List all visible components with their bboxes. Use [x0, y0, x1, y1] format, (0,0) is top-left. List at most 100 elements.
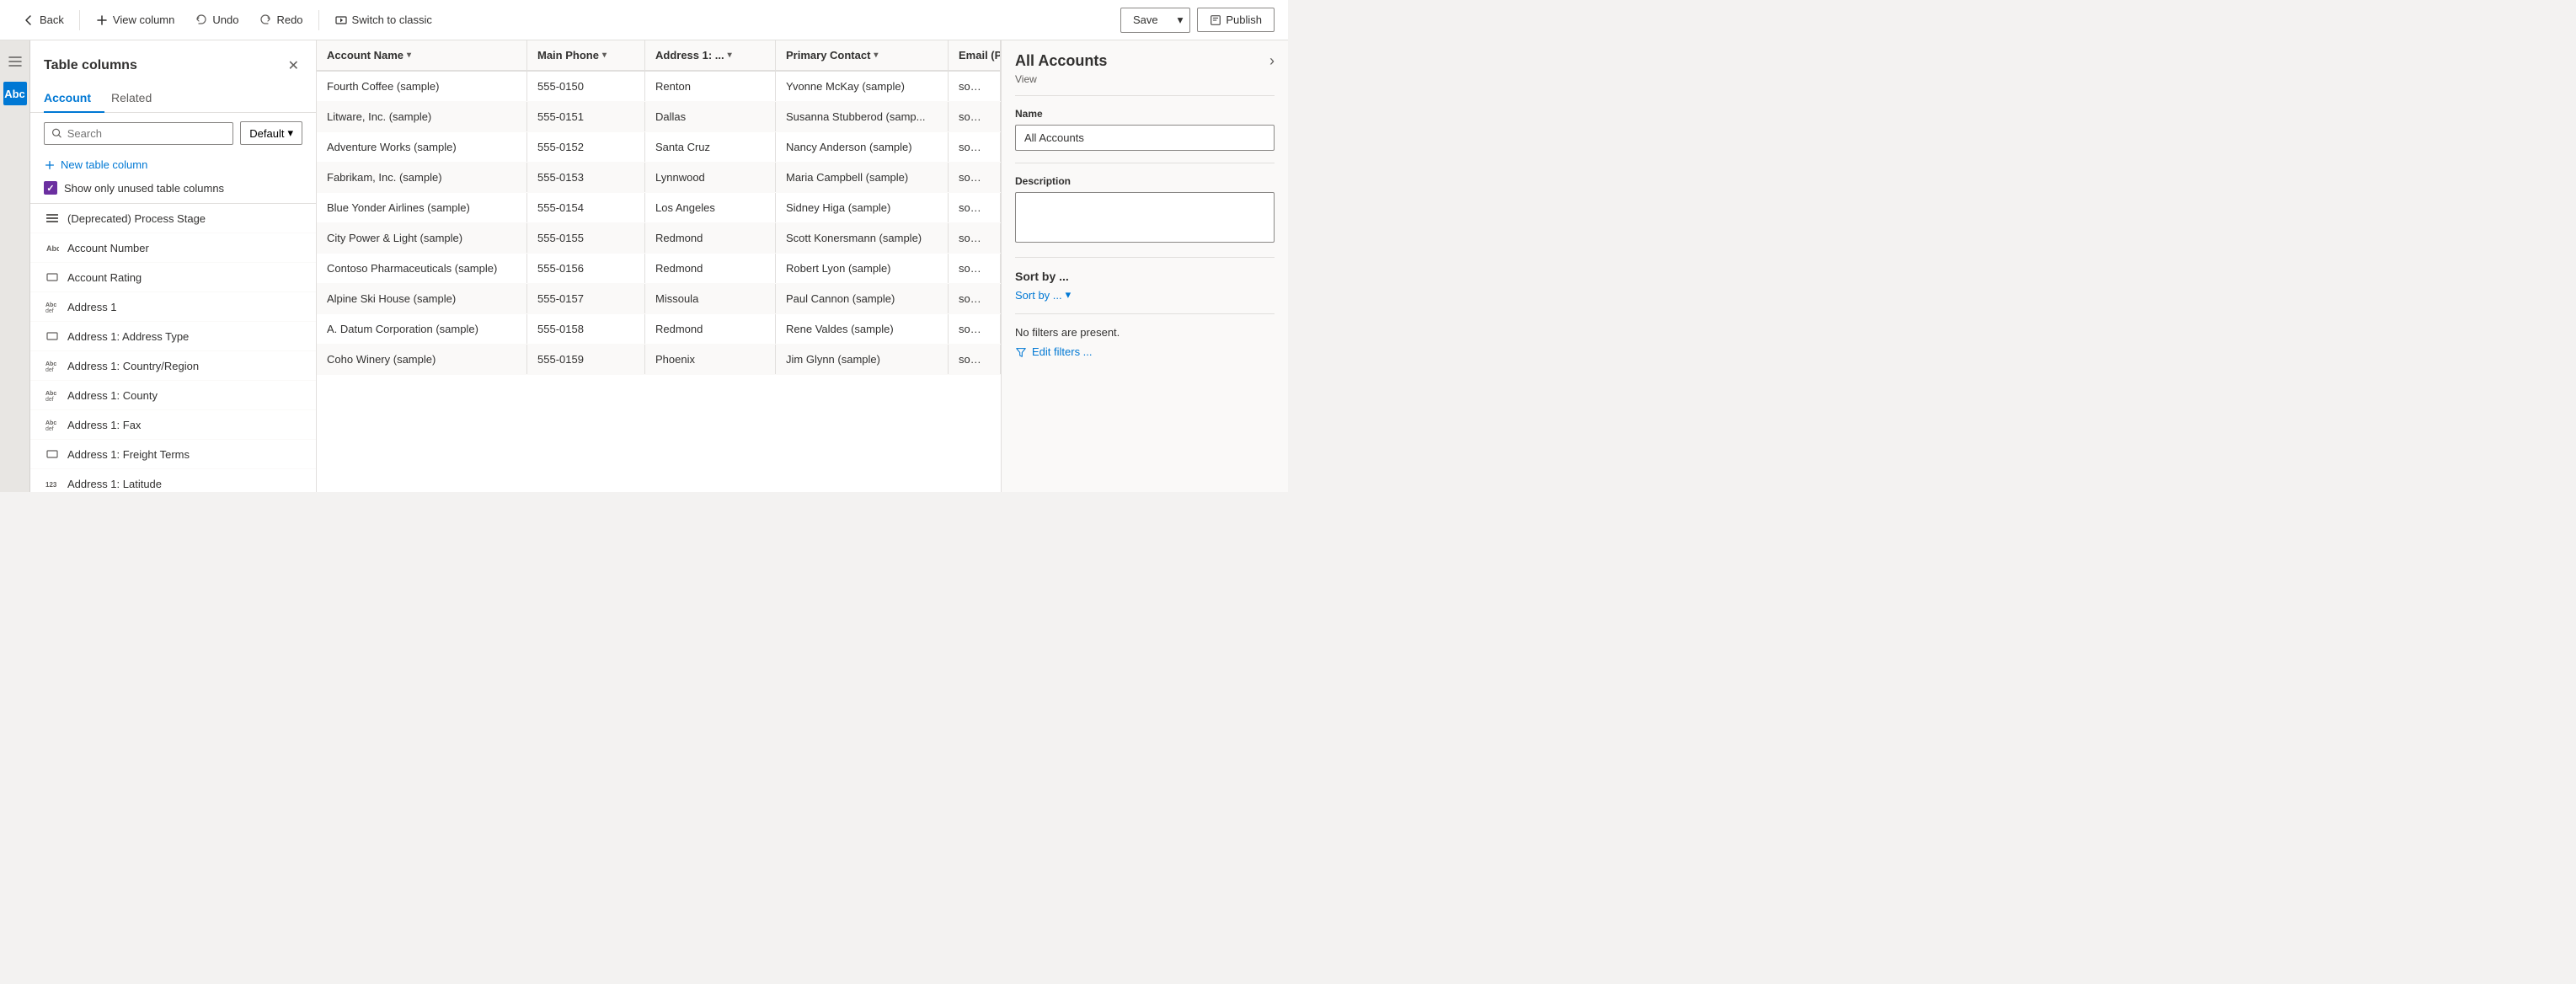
table-cell: someone_a@example.com	[949, 72, 1001, 101]
table-cell: Maria Campbell (sample)	[776, 163, 949, 192]
table-cell: Santa Cruz	[645, 132, 776, 162]
edit-filters-button[interactable]: Edit filters ...	[1002, 342, 1288, 361]
table-cell: someone_j@example.com	[949, 345, 1001, 374]
abcdef-icon2: Abcdef	[44, 359, 61, 372]
svg-text:Abc: Abc	[45, 391, 56, 397]
list-item[interactable]: Abcdef Address 1: Fax	[30, 410, 316, 440]
new-column-button[interactable]: New table column	[30, 153, 316, 176]
hamburger-button[interactable]	[1, 47, 29, 78]
abc-icon-active: Abc	[3, 82, 27, 105]
table-cell: 555-0150	[527, 72, 645, 101]
list-item[interactable]: Abcdef Address 1: Country/Region	[30, 351, 316, 381]
col-header-address[interactable]: Address 1: ... ▾	[645, 40, 776, 70]
right-panel: All Accounts › View Name Description Sor…	[1002, 40, 1288, 492]
close-panel-button[interactable]: ✕	[285, 54, 302, 78]
table-cell: Sidney Higa (sample)	[776, 193, 949, 222]
col-header-primary-contact[interactable]: Primary Contact ▾	[776, 40, 949, 70]
show-unused-checkbox[interactable]	[44, 181, 57, 195]
list-item[interactable]: Abc Account Number	[30, 233, 316, 263]
table-row[interactable]: Fourth Coffee (sample)555-0150RentonYvon…	[317, 72, 1001, 102]
name-section: Name	[1002, 96, 1288, 163]
table-cell: 555-0155	[527, 223, 645, 253]
table-cell: 555-0157	[527, 284, 645, 313]
list-item[interactable]: 123 Address 1: Latitude	[30, 469, 316, 492]
table-row[interactable]: Coho Winery (sample)555-0159PhoenixJim G…	[317, 345, 1001, 375]
table-cell: Contoso Pharmaceuticals (sample)	[317, 254, 527, 283]
table-cell: Coho Winery (sample)	[317, 345, 527, 374]
table-cell: Litware, Inc. (sample)	[317, 102, 527, 131]
abcdef-icon4: Abcdef	[44, 418, 61, 431]
col-header-main-phone[interactable]: Main Phone ▾	[527, 40, 645, 70]
table-cell: Jim Glynn (sample)	[776, 345, 949, 374]
abc-icon: Abc	[44, 241, 61, 254]
table-cell: someone_i@example.com	[949, 314, 1001, 344]
sidebar-icon-bar: Abc	[0, 40, 30, 492]
undo-button[interactable]: Undo	[186, 8, 247, 32]
table-row[interactable]: Litware, Inc. (sample)555-0151DallasSusa…	[317, 102, 1001, 132]
sort-header: Sort by ...	[1002, 258, 1288, 283]
table-row[interactable]: City Power & Light (sample)555-0155Redmo…	[317, 223, 1001, 254]
col-header-account-name[interactable]: Account Name ▾	[317, 40, 527, 70]
table-cell: Robert Lyon (sample)	[776, 254, 949, 283]
svg-text:Abc: Abc	[45, 420, 56, 426]
chevron-down-icon2: ▾	[1066, 288, 1072, 302]
redo-button[interactable]: Redo	[250, 8, 311, 32]
table-row[interactable]: Blue Yonder Airlines (sample)555-0154Los…	[317, 193, 1001, 223]
abcdef-icon: Abcdef	[44, 300, 61, 313]
table-row[interactable]: A. Datum Corporation (sample)555-0158Red…	[317, 314, 1001, 345]
right-panel-expand-button[interactable]: ›	[1269, 52, 1275, 70]
list-item[interactable]: Abcdef Address 1: County	[30, 381, 316, 410]
table-cell: someone_h@example.com	[949, 284, 1001, 313]
grid-header: Account Name ▾ Main Phone ▾ Address 1: .…	[317, 40, 1001, 72]
table-cell: someone_f@example.com	[949, 223, 1001, 253]
redo-icon	[259, 13, 272, 27]
sort-arrow: ▾	[407, 51, 411, 60]
svg-text:Abc: Abc	[45, 361, 56, 367]
right-panel-title: All Accounts	[1015, 52, 1107, 70]
table-cell: Adventure Works (sample)	[317, 132, 527, 162]
search-icon	[51, 127, 62, 139]
table-row[interactable]: Fabrikam, Inc. (sample)555-0153LynnwoodM…	[317, 163, 1001, 193]
chevron-down-icon: ▾	[287, 126, 293, 140]
sort-arrow4: ▾	[874, 51, 878, 60]
tab-related[interactable]: Related	[111, 84, 165, 113]
right-panel-header: All Accounts ›	[1002, 40, 1288, 73]
table-cell: 555-0159	[527, 345, 645, 374]
list-item[interactable]: Abcdef Address 1	[30, 292, 316, 322]
table-cell: Blue Yonder Airlines (sample)	[317, 193, 527, 222]
save-caret-button[interactable]: ▾	[1171, 8, 1190, 32]
back-icon	[22, 13, 35, 27]
description-textarea[interactable]	[1015, 192, 1275, 243]
default-dropdown[interactable]: Default ▾	[240, 121, 302, 145]
save-button[interactable]: Save	[1121, 8, 1170, 31]
table-cell: Redmond	[645, 223, 776, 253]
table-cell: Dallas	[645, 102, 776, 131]
table-row[interactable]: Alpine Ski House (sample)555-0157Missoul…	[317, 284, 1001, 314]
view-column-button[interactable]: View column	[87, 8, 183, 32]
tab-account[interactable]: Account	[44, 84, 104, 113]
svg-text:Abc: Abc	[46, 244, 59, 253]
rect-icon	[44, 270, 61, 284]
table-cell: Lynnwood	[645, 163, 776, 192]
svg-text:def: def	[45, 397, 54, 402]
rect-icon3	[44, 447, 61, 461]
table-row[interactable]: Adventure Works (sample)555-0152Santa Cr…	[317, 132, 1001, 163]
sort-dropdown[interactable]: Sort by ... ▾	[1002, 283, 1288, 307]
show-unused-row: Show only unused table columns	[30, 176, 316, 204]
list-item[interactable]: Address 1: Address Type	[30, 322, 316, 351]
search-input[interactable]	[67, 127, 227, 140]
switch-icon	[334, 13, 348, 27]
list-item[interactable]: (Deprecated) Process Stage	[30, 204, 316, 233]
table-cell: Fourth Coffee (sample)	[317, 72, 527, 101]
list-item[interactable]: Address 1: Freight Terms	[30, 440, 316, 469]
table-row[interactable]: Contoso Pharmaceuticals (sample)555-0156…	[317, 254, 1001, 284]
filters-header: No filters are present.	[1002, 314, 1288, 342]
table-cell: 555-0153	[527, 163, 645, 192]
filter-icon	[1015, 346, 1027, 358]
name-input[interactable]	[1015, 125, 1275, 151]
col-header-email[interactable]: Email (Primary Co... ▾	[949, 40, 1001, 70]
list-item[interactable]: Account Rating	[30, 263, 316, 292]
back-button[interactable]: Back	[13, 8, 72, 32]
publish-button[interactable]: Publish	[1197, 8, 1275, 32]
switch-classic-button[interactable]: Switch to classic	[326, 8, 441, 32]
